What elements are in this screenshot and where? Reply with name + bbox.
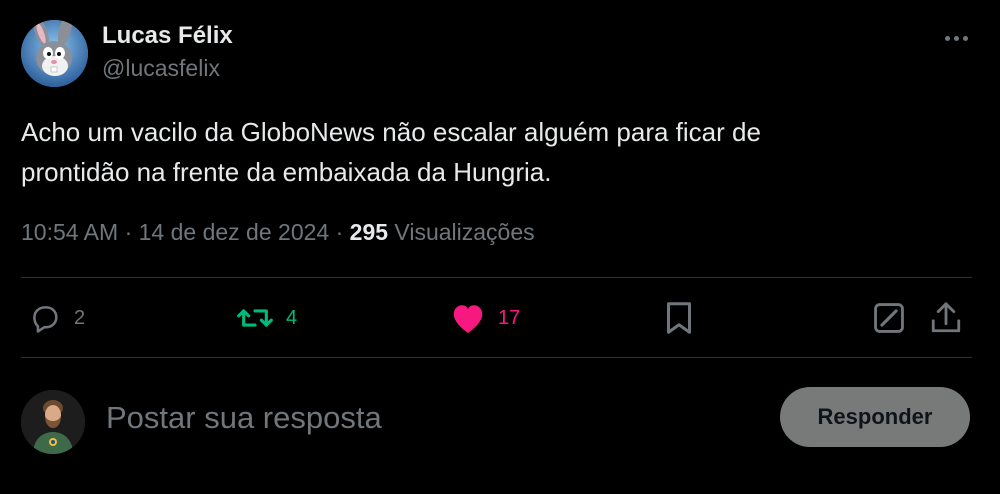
- share-icon: [931, 302, 961, 333]
- my-avatar[interactable]: [21, 390, 85, 454]
- tweet-text-line: prontidão na frente da embaixada da Hung…: [21, 157, 552, 187]
- author-info[interactable]: Lucas Félix @lucasfelix: [102, 20, 233, 84]
- divider: [21, 277, 972, 278]
- tweet-text: Acho um vacilo da GloboNews não escalar …: [21, 112, 971, 192]
- share-button[interactable]: [930, 300, 962, 336]
- reply-composer: Responder: [0, 358, 1000, 494]
- like-button[interactable]: 17: [450, 300, 520, 336]
- user-photo-icon: [21, 390, 85, 454]
- meta-separator: ·: [335, 219, 344, 245]
- author-display-name[interactable]: Lucas Félix: [102, 20, 233, 52]
- reply-input[interactable]: [104, 394, 708, 442]
- views-label: Visualizações: [394, 219, 535, 245]
- edit-icon: [874, 303, 904, 333]
- retweet-button[interactable]: 4: [236, 300, 297, 336]
- like-count: 17: [498, 306, 521, 329]
- bookmark-button[interactable]: [664, 300, 694, 336]
- more-dot: [953, 35, 959, 41]
- tweet-meta: 10:54 AM · 14 de dez de 2024 · 295 Visua…: [21, 216, 535, 248]
- retweet-count: 4: [286, 306, 298, 329]
- reply-submit-button[interactable]: Responder: [780, 387, 970, 447]
- bookmark-icon: [667, 302, 691, 334]
- tweet-date[interactable]: 14 de dez de 2024: [139, 219, 330, 245]
- more-dot: [962, 35, 968, 41]
- tweet: Lucas Félix @lucasfelix Acho um vacilo d…: [0, 0, 1000, 494]
- author-avatar[interactable]: [21, 20, 88, 87]
- views-count: 295: [349, 219, 389, 245]
- edit-button[interactable]: [872, 300, 906, 336]
- bugs-bunny-avatar-icon: [21, 20, 88, 87]
- heart-icon: [453, 305, 483, 333]
- author-handle[interactable]: @lucasfelix: [102, 52, 233, 84]
- meta-separator: ·: [124, 219, 133, 245]
- more-dot: [944, 35, 950, 41]
- retweet-icon: [237, 309, 273, 327]
- tweet-text-line: Acho um vacilo da GloboNews não escalar …: [21, 117, 761, 147]
- tweet-time[interactable]: 10:54 AM: [21, 219, 118, 245]
- speech-bubble-icon: [33, 306, 58, 333]
- reply-count: 2: [74, 306, 86, 329]
- reply-button[interactable]: 2: [28, 300, 85, 336]
- more-options-icon[interactable]: [936, 26, 976, 50]
